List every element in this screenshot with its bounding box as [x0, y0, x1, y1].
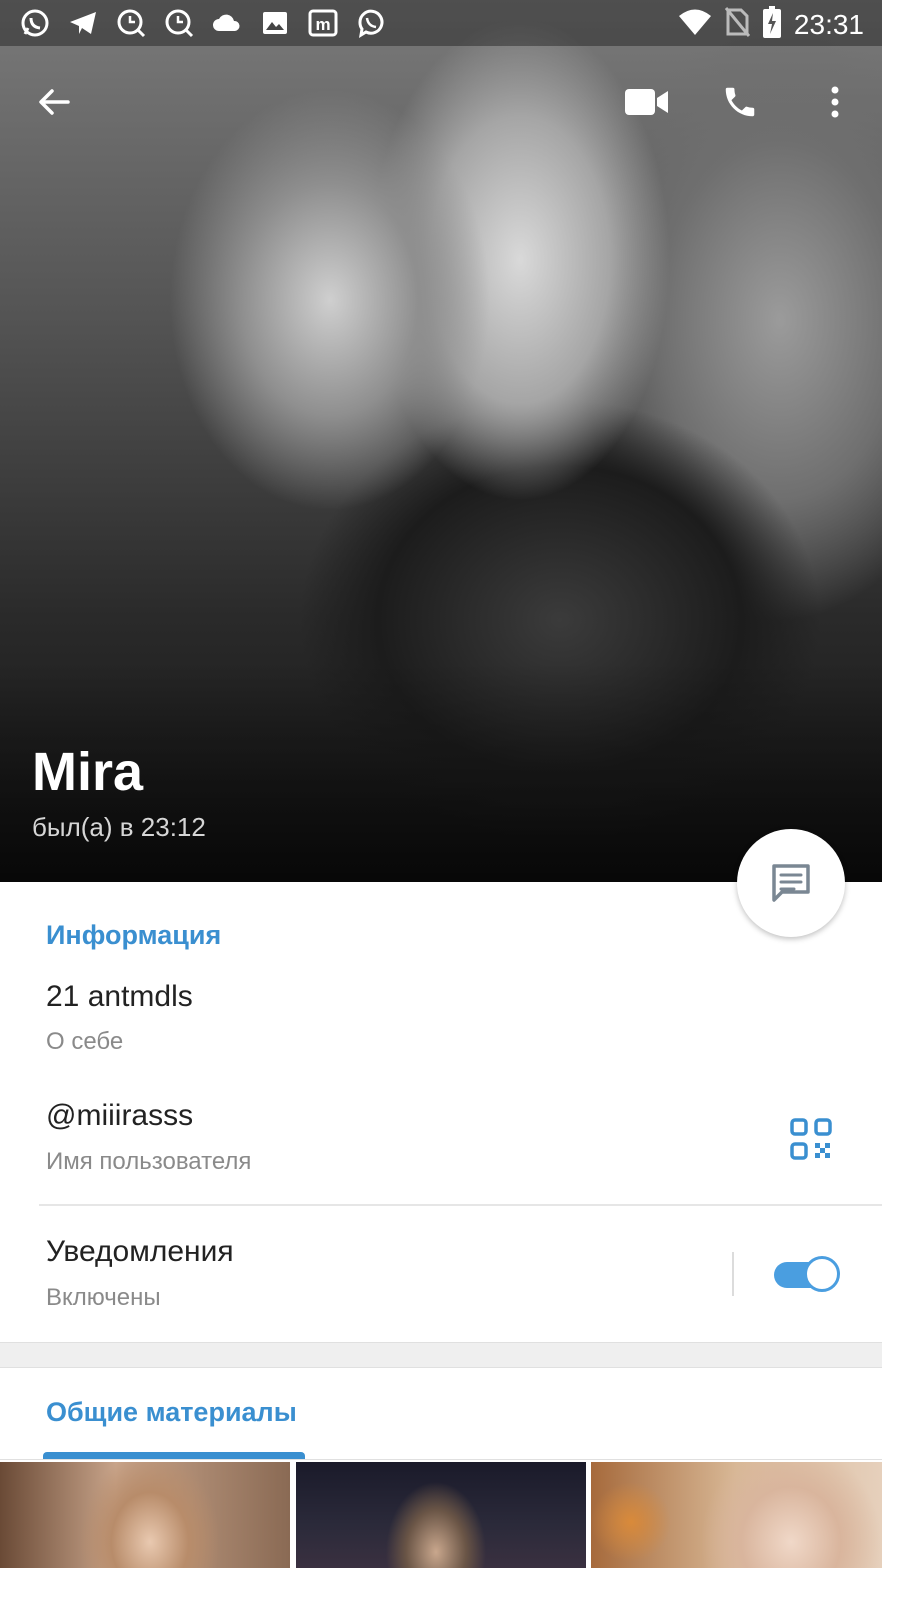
notifications-state: Включены — [46, 1284, 161, 1311]
video-call-button[interactable] — [617, 72, 677, 132]
toggle-knob — [804, 1256, 840, 1292]
username-value: @miiirasss — [46, 1099, 194, 1132]
vertical-separator — [732, 1252, 734, 1296]
arrow-left-icon — [39, 89, 70, 115]
status-bar: m 23:31 — [0, 0, 882, 46]
last-seen-status: был(а) в 23:12 — [32, 812, 206, 842]
message-icon — [772, 864, 810, 902]
m-app-icon: m — [306, 6, 340, 40]
wifi-icon — [678, 7, 712, 42]
section-gap — [0, 1342, 882, 1368]
video-camera-icon — [625, 89, 668, 115]
shared-media-thumbnail[interactable] — [296, 1462, 586, 1568]
qr-code-button[interactable] — [790, 1118, 832, 1160]
send-message-button[interactable] — [737, 829, 845, 937]
bio-value: 21 antmdls — [46, 980, 193, 1013]
search-chat-icon — [162, 6, 196, 40]
shared-media-tab[interactable]: Общие материалы — [46, 1397, 297, 1428]
battery-charging-icon — [762, 6, 782, 43]
viber-icon — [354, 6, 388, 40]
notifications-toggle[interactable] — [774, 1256, 840, 1292]
call-button[interactable] — [710, 72, 770, 132]
qr-code-icon — [790, 1118, 832, 1160]
back-button[interactable] — [24, 72, 84, 132]
divider — [39, 1204, 882, 1206]
whatsapp-icon — [18, 6, 52, 40]
phone-icon — [725, 87, 755, 117]
status-time: 23:31 — [793, 8, 864, 40]
username-label: Имя пользователя — [46, 1148, 252, 1175]
more-options-button[interactable] — [805, 72, 865, 132]
search-chat-icon — [114, 6, 148, 40]
tab-divider — [0, 1459, 882, 1460]
profile-name: Mira — [32, 742, 144, 802]
no-sim-icon — [724, 6, 751, 43]
top-app-bar — [0, 62, 882, 142]
notifications-title: Уведомления — [46, 1235, 234, 1268]
shared-media-thumbnail[interactable] — [0, 1462, 290, 1568]
profile-header: Mira был(а) в 23:12 — [32, 740, 206, 843]
image-icon — [258, 6, 292, 40]
bio-label: О себе — [46, 1028, 124, 1055]
shared-media-thumbnail[interactable] — [591, 1462, 882, 1568]
svg-text:m: m — [315, 15, 330, 34]
info-section-title: Информация — [46, 920, 222, 950]
telegram-icon — [66, 6, 100, 40]
cloud-icon — [210, 6, 244, 40]
more-vertical-icon — [831, 86, 839, 118]
